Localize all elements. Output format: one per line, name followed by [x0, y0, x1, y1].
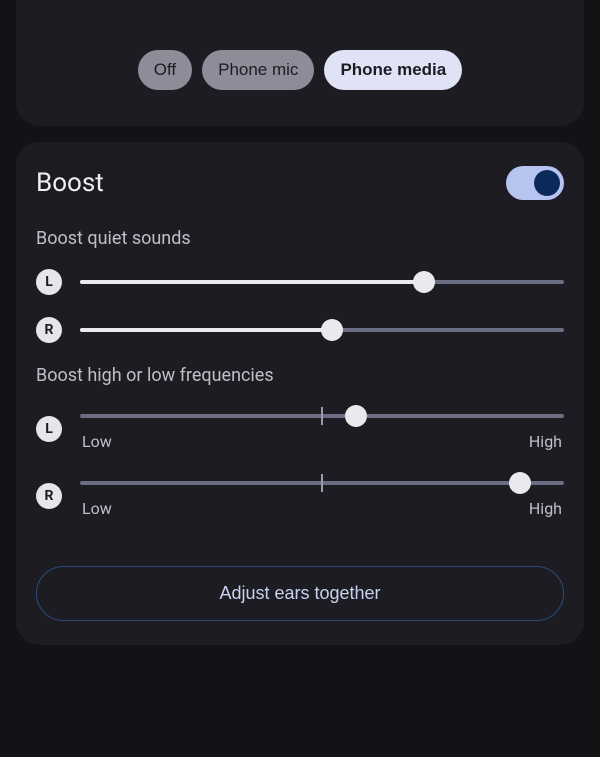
- quiet-sounds-heading: Boost quiet sounds: [36, 228, 564, 249]
- center-tick-icon: [321, 474, 323, 492]
- boost-toggle-knob: [534, 170, 560, 196]
- freq-high-label: High: [529, 432, 562, 451]
- freq-low-label: Low: [82, 432, 112, 451]
- freq-high-label: High: [529, 499, 562, 518]
- quiet-left-row: L: [36, 269, 564, 295]
- freq-low-label: Low: [82, 499, 112, 518]
- mode-selector-card: Off Phone mic Phone media: [16, 0, 584, 126]
- boost-toggle[interactable]: [506, 166, 564, 200]
- freq-right-slider[interactable]: Low High: [80, 473, 564, 518]
- freq-left-slider[interactable]: Low High: [80, 406, 564, 451]
- mode-selector-group: Off Phone mic Phone media: [36, 50, 564, 90]
- center-tick-icon: [321, 407, 323, 425]
- freq-right-row: R Low High: [36, 473, 564, 518]
- boost-title: Boost: [36, 168, 104, 198]
- ear-badge-left: L: [36, 269, 62, 295]
- freq-left-row: L Low High: [36, 406, 564, 451]
- quiet-right-row: R: [36, 317, 564, 343]
- adjust-ears-button[interactable]: Adjust ears together: [36, 566, 564, 621]
- boost-header: Boost: [36, 166, 564, 200]
- mode-option-phone-media[interactable]: Phone media: [324, 50, 462, 90]
- ear-badge-right-freq: R: [36, 483, 62, 509]
- quiet-left-slider[interactable]: [80, 272, 564, 292]
- boost-card: Boost Boost quiet sounds L R Boost high …: [16, 142, 584, 645]
- mode-option-phone-mic[interactable]: Phone mic: [202, 50, 314, 90]
- quiet-right-slider[interactable]: [80, 320, 564, 340]
- frequencies-heading: Boost high or low frequencies: [36, 365, 564, 386]
- mode-option-off[interactable]: Off: [138, 50, 192, 90]
- ear-badge-right: R: [36, 317, 62, 343]
- ear-badge-left-freq: L: [36, 416, 62, 442]
